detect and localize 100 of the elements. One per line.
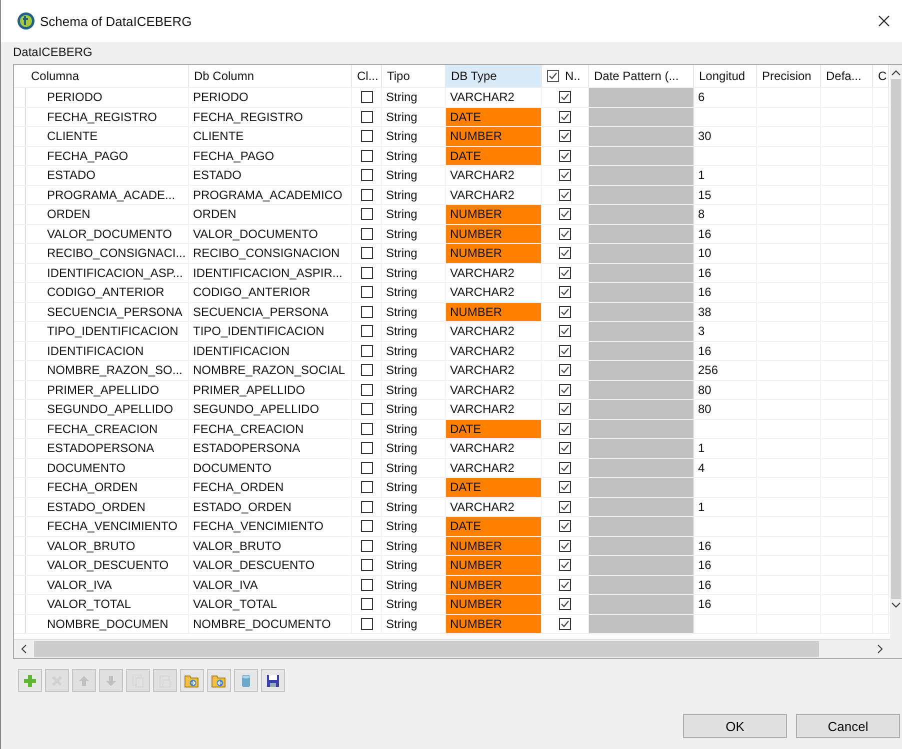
checkbox[interactable] bbox=[559, 500, 571, 513]
checkbox[interactable] bbox=[559, 169, 571, 182]
checkbox[interactable] bbox=[360, 403, 372, 416]
scrollbar-thumb[interactable] bbox=[34, 641, 819, 658]
checkbox[interactable] bbox=[360, 578, 372, 591]
checkbox[interactable] bbox=[559, 559, 571, 572]
checkbox[interactable] bbox=[360, 208, 372, 220]
checkbox[interactable] bbox=[559, 188, 571, 201]
table-cell: VARCHAR2 bbox=[446, 186, 542, 204]
table-cell: 80 bbox=[694, 400, 757, 418]
scrollbar-thumb[interactable] bbox=[891, 79, 901, 599]
checkbox[interactable] bbox=[559, 228, 571, 240]
checkbox[interactable] bbox=[559, 208, 571, 220]
checkbox[interactable] bbox=[547, 70, 559, 82]
checkbox[interactable] bbox=[559, 91, 571, 104]
table-cell: VALOR_DOCUMENTO bbox=[26, 224, 189, 243]
import-button[interactable] bbox=[180, 669, 204, 692]
table-cell: DATE bbox=[446, 420, 542, 438]
save-icon bbox=[266, 674, 280, 688]
checkbox[interactable] bbox=[360, 286, 372, 298]
checkbox[interactable] bbox=[360, 110, 372, 123]
scroll-down-icon[interactable] bbox=[891, 601, 901, 609]
checkbox[interactable] bbox=[559, 286, 571, 298]
table-cell: 15 bbox=[694, 186, 757, 204]
checkbox[interactable] bbox=[559, 442, 571, 454]
checkbox[interactable] bbox=[559, 618, 571, 630]
checkbox[interactable] bbox=[559, 462, 571, 474]
checkbox[interactable] bbox=[360, 520, 372, 532]
checkbox[interactable] bbox=[360, 91, 372, 104]
table-cell: 3 bbox=[694, 322, 757, 340]
checkbox[interactable] bbox=[559, 422, 571, 435]
save-button[interactable] bbox=[261, 669, 285, 692]
checkbox[interactable] bbox=[360, 266, 372, 279]
checkbox[interactable] bbox=[360, 559, 372, 572]
checkbox[interactable] bbox=[360, 130, 372, 142]
checkbox[interactable] bbox=[559, 150, 571, 162]
table-cell: String bbox=[382, 166, 446, 184]
scroll-right-icon[interactable] bbox=[876, 644, 884, 654]
checkbox[interactable] bbox=[559, 481, 571, 494]
column-header[interactable]: Cl... bbox=[352, 65, 382, 87]
table-cell: 16 bbox=[694, 595, 757, 614]
checkbox[interactable] bbox=[360, 228, 372, 240]
column-header[interactable]: N.. bbox=[542, 65, 589, 87]
scroll-up-icon[interactable] bbox=[891, 69, 901, 77]
table-cell: 16 bbox=[694, 576, 757, 594]
checkbox[interactable] bbox=[360, 344, 372, 357]
checkbox[interactable] bbox=[559, 384, 571, 396]
column-header[interactable]: Columna bbox=[26, 65, 189, 87]
column-header[interactable]: DB Type bbox=[446, 65, 542, 87]
table-cell: IDENTIFICACION bbox=[26, 342, 189, 360]
checkbox[interactable] bbox=[559, 598, 571, 610]
cancel-button[interactable]: Cancel bbox=[796, 714, 900, 738]
checkbox[interactable] bbox=[559, 247, 571, 260]
table-cell: NUMBER bbox=[446, 127, 542, 146]
checkbox[interactable] bbox=[360, 169, 372, 182]
checkbox[interactable] bbox=[559, 540, 571, 552]
column-header[interactable]: Date Pattern (... bbox=[589, 65, 694, 87]
table-cell: RECIBO_CONSIGNACI... bbox=[26, 244, 189, 262]
checkbox[interactable] bbox=[559, 344, 571, 357]
folder-icon bbox=[211, 674, 227, 688]
checkbox[interactable] bbox=[360, 598, 372, 610]
checkbox[interactable] bbox=[360, 150, 372, 162]
checkbox[interactable] bbox=[360, 442, 372, 454]
checkbox[interactable] bbox=[559, 325, 571, 338]
column-header[interactable]: Longitud bbox=[694, 65, 757, 87]
checkbox[interactable] bbox=[559, 578, 571, 591]
column-header[interactable]: Precision bbox=[757, 65, 821, 87]
scroll-left-icon[interactable] bbox=[20, 644, 28, 654]
checkbox[interactable] bbox=[360, 462, 372, 474]
table-cell: NUMBER bbox=[446, 302, 542, 321]
arrow-up-icon bbox=[77, 674, 91, 688]
checkbox[interactable] bbox=[360, 481, 372, 494]
checkbox[interactable] bbox=[360, 500, 372, 513]
column-header[interactable]: Db Column bbox=[189, 65, 352, 87]
export-button[interactable] bbox=[207, 669, 231, 692]
checkbox[interactable] bbox=[360, 540, 372, 552]
column-header[interactable]: C bbox=[873, 65, 889, 87]
checkbox[interactable] bbox=[559, 520, 571, 532]
checkbox[interactable] bbox=[360, 325, 372, 338]
table-cell: FECHA_VENCIMIENTO bbox=[26, 517, 189, 536]
checkbox[interactable] bbox=[559, 110, 571, 123]
checkbox[interactable] bbox=[559, 403, 571, 416]
checkbox[interactable] bbox=[559, 266, 571, 279]
checkbox[interactable] bbox=[559, 130, 571, 142]
checkbox[interactable] bbox=[360, 306, 372, 318]
checkbox[interactable] bbox=[559, 306, 571, 318]
checkbox[interactable] bbox=[360, 618, 372, 630]
checkbox[interactable] bbox=[360, 384, 372, 396]
checkbox[interactable] bbox=[559, 364, 571, 376]
checkbox[interactable] bbox=[360, 422, 372, 435]
table-cell: 16 bbox=[694, 264, 757, 282]
column-header[interactable]: Defa... bbox=[821, 65, 873, 87]
table-cell: SEGUNDO_APELLIDO bbox=[189, 400, 352, 418]
ok-button[interactable]: OK bbox=[683, 714, 787, 738]
checkbox[interactable] bbox=[360, 188, 372, 201]
close-icon[interactable] bbox=[878, 15, 890, 27]
checkbox[interactable] bbox=[360, 247, 372, 260]
table-cell: DATE bbox=[446, 517, 542, 536]
checkbox[interactable] bbox=[360, 364, 372, 376]
table-cell: 16 bbox=[694, 556, 757, 574]
